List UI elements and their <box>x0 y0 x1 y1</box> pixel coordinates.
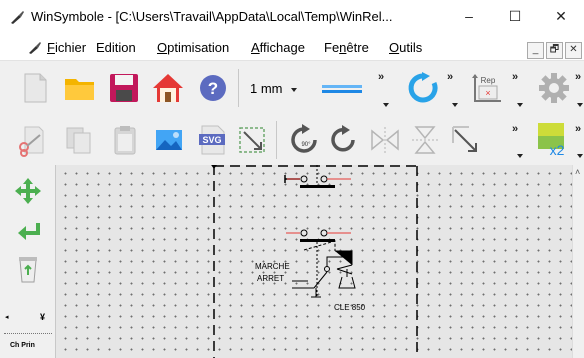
gear-icon[interactable] <box>537 71 571 105</box>
contact-2 <box>286 229 351 297</box>
maximize-button[interactable]: ☐ <box>492 0 538 33</box>
dropdown-arrow[interactable] <box>517 103 523 107</box>
rotate-90-icon[interactable]: 90° <box>288 123 322 157</box>
label-arret: ARRET <box>257 274 284 283</box>
line-width-combo[interactable]: 1 mm <box>250 81 298 96</box>
move-arrows-icon[interactable] <box>14 177 42 205</box>
svg-text:90°: 90° <box>301 142 311 148</box>
open-folder-icon[interactable] <box>63 71 97 105</box>
flip-horizontal-icon[interactable] <box>368 123 402 157</box>
rep-label: Rep <box>481 76 496 85</box>
scroll-up-arrow-icon[interactable]: ˄ <box>575 167 580 177</box>
toolbar-separator <box>276 121 277 159</box>
new-document-icon[interactable] <box>18 71 52 105</box>
window-title: WinSymbole - [C:\Users\Travail\AppData\L… <box>31 9 393 24</box>
mdi-close-button[interactable]: ✕ <box>565 42 582 59</box>
minimize-icon: – <box>465 8 473 24</box>
dropdown-arrow[interactable] <box>577 154 583 158</box>
menu-fenetre[interactable]: Fenêtre <box>324 40 369 55</box>
mdi-restore-button[interactable]: 🗗 <box>546 42 563 59</box>
dropdown-arrow[interactable] <box>517 154 523 158</box>
document-logo-icon <box>29 42 41 54</box>
drawing-canvas[interactable]: MARCHE ARRET CLE 850 <box>56 165 572 358</box>
svg-text:SVG: SVG <box>202 135 221 145</box>
maximize-icon: ☐ <box>508 8 522 24</box>
title-bar: WinSymbole - [C:\Users\Travail\AppData\L… <box>0 0 584 33</box>
palette-more-chevron[interactable]: ¥ <box>40 312 45 322</box>
tool-palette: ◂ ¥ Ch Prin <box>0 165 56 358</box>
app-logo-icon <box>11 11 24 24</box>
edit-toolbar: SVG 90° » x2 » <box>0 115 584 166</box>
help-icon[interactable]: ? <box>196 71 230 105</box>
svg-text:×: × <box>485 88 490 98</box>
palette-divider <box>4 333 52 334</box>
cut-icon[interactable] <box>16 123 50 157</box>
menu-affichage[interactable]: Affichage <box>251 40 305 55</box>
more-chevron[interactable]: » <box>378 71 384 83</box>
save-icon[interactable] <box>107 71 141 105</box>
recycle-bin-icon[interactable] <box>17 255 39 283</box>
flip-vertical-icon[interactable] <box>408 123 442 157</box>
menu-outils[interactable]: Outils <box>389 40 422 55</box>
reference-icon[interactable]: Rep × <box>470 71 504 105</box>
more-chevron[interactable]: » <box>575 71 581 83</box>
svg-text:?: ? <box>208 79 218 98</box>
line-width-value: 1 mm <box>250 81 283 96</box>
menu-edition[interactable]: Edition <box>96 40 136 55</box>
resize-icon[interactable] <box>235 123 269 157</box>
label-cle: CLE 850 <box>334 303 366 312</box>
diagonal-line-icon[interactable] <box>448 123 482 157</box>
more-chevron[interactable]: » <box>512 71 518 83</box>
close-button[interactable]: ✕ <box>538 0 584 33</box>
selector-switch <box>292 240 356 298</box>
more-chevron[interactable]: » <box>575 123 581 135</box>
svg-export-icon[interactable]: SVG <box>196 123 230 157</box>
main-toolbar: ? 1 mm » » Rep × » » <box>0 61 584 116</box>
mdi-minimize-button[interactable]: _ <box>527 42 544 59</box>
toolbar-separator <box>238 69 239 107</box>
home-icon[interactable] <box>151 71 185 105</box>
svg-text:x2: x2 <box>550 142 565 156</box>
line-style-icon[interactable] <box>320 75 364 101</box>
dropdown-arrow[interactable] <box>452 103 458 107</box>
paste-icon[interactable] <box>108 123 142 157</box>
contact-1 <box>284 165 351 188</box>
menu-bar: Fichier Edition Optimisation Affichage F… <box>0 33 584 61</box>
dropdown-arrow[interactable] <box>577 103 583 107</box>
rotate-icon[interactable] <box>328 123 362 157</box>
menu-optimisation[interactable]: Optimisation <box>157 40 229 55</box>
enter-arrow-icon[interactable] <box>16 221 42 243</box>
vertical-scrollbar[interactable]: ˄ <box>572 165 584 358</box>
label-marche: MARCHE <box>255 262 290 271</box>
chevron-down-icon <box>291 87 298 92</box>
image-icon[interactable] <box>152 123 186 157</box>
copy-icon[interactable] <box>62 123 96 157</box>
more-chevron[interactable]: » <box>512 123 518 135</box>
dropdown-arrow[interactable] <box>383 103 389 107</box>
minimize-button[interactable]: – <box>446 0 492 33</box>
close-icon: ✕ <box>555 8 567 24</box>
zoom-x2-icon[interactable]: x2 <box>537 122 571 156</box>
menu-fichier[interactable]: Fichier <box>47 40 86 55</box>
schematic-drawing: MARCHE ARRET CLE 850 <box>211 165 418 358</box>
refresh-rotate-icon[interactable] <box>407 71 441 105</box>
palette-label: Ch Prin <box>10 342 35 349</box>
scroll-left-arrow[interactable]: ◂ <box>5 313 9 321</box>
more-chevron[interactable]: » <box>447 71 453 83</box>
